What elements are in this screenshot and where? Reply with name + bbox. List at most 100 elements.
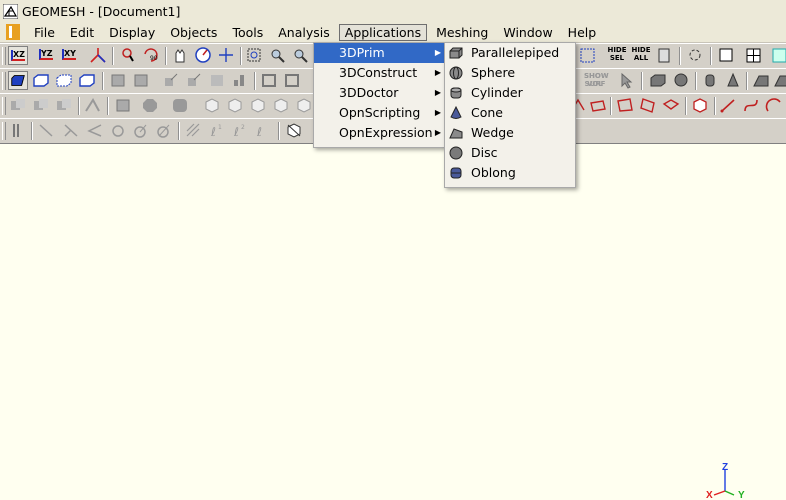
pointer-icon[interactable] bbox=[616, 71, 636, 90]
toolbar-grip[interactable] bbox=[2, 97, 6, 115]
diameter-icon[interactable] bbox=[154, 121, 174, 140]
menu-file[interactable]: File bbox=[28, 24, 61, 41]
view-xz-button[interactable]: XZ bbox=[8, 46, 28, 65]
menu-item-opnexpression[interactable]: OpnExpression ▶ bbox=[314, 123, 444, 143]
menu-item-3dconstruct[interactable]: 3DConstruct ▶ bbox=[314, 63, 444, 83]
red-cube-icon[interactable] bbox=[690, 96, 710, 115]
mirror-icon[interactable] bbox=[207, 71, 227, 90]
red-curve-icon[interactable] bbox=[741, 96, 761, 115]
scale-icon[interactable] bbox=[161, 71, 181, 90]
quad-view-icon[interactable] bbox=[744, 46, 764, 65]
single-view-icon[interactable] bbox=[716, 46, 736, 65]
transform-box-icon[interactable] bbox=[284, 121, 304, 140]
zoom-window-icon[interactable] bbox=[245, 46, 265, 65]
cube-5-icon[interactable] bbox=[294, 96, 314, 115]
zoom-out-icon[interactable] bbox=[291, 46, 311, 65]
compass-icon[interactable] bbox=[193, 46, 213, 65]
zoom-in-icon[interactable] bbox=[268, 46, 288, 65]
layout-icon[interactable] bbox=[770, 46, 786, 65]
refresh-icon[interactable] bbox=[685, 46, 705, 65]
cube-2-icon[interactable] bbox=[225, 96, 245, 115]
select-grid-icon[interactable] bbox=[578, 46, 598, 65]
menu-objects[interactable]: Objects bbox=[164, 24, 223, 41]
curve-label-1-icon[interactable]: ℓ1 bbox=[207, 121, 227, 140]
frame-2-icon[interactable] bbox=[282, 71, 302, 90]
menu-tools[interactable]: Tools bbox=[226, 24, 269, 41]
circle-measure-icon[interactable] bbox=[108, 121, 128, 140]
menu-item-opnscripting[interactable]: OpnScripting ▶ bbox=[314, 103, 444, 123]
boolean-2-icon[interactable] bbox=[31, 96, 51, 115]
menu-display[interactable]: Display bbox=[103, 24, 161, 41]
menu-item-3ddoctor[interactable]: 3DDoctor ▶ bbox=[314, 83, 444, 103]
measure-2-icon[interactable] bbox=[61, 121, 81, 140]
view-yz-button[interactable]: YZ bbox=[37, 46, 57, 65]
cube-3-icon[interactable] bbox=[248, 96, 268, 115]
visibility-icon[interactable] bbox=[654, 46, 674, 65]
curve-label-2-icon[interactable]: ℓ2 bbox=[230, 121, 250, 140]
cylinder-prim-icon[interactable] bbox=[700, 71, 720, 90]
view-iso-icon[interactable] bbox=[88, 46, 108, 65]
stretch-icon[interactable] bbox=[184, 71, 204, 90]
toolbar-grip[interactable] bbox=[2, 47, 6, 65]
rotate-icon[interactable]: 90 bbox=[141, 46, 161, 65]
menu-item-3dprim[interactable]: 3DPrim ▶ bbox=[314, 43, 444, 63]
menu-analysis[interactable]: Analysis bbox=[272, 24, 336, 41]
frame-icon[interactable] bbox=[259, 71, 279, 90]
wedge-prim-2-icon[interactable] bbox=[772, 71, 786, 90]
menu-applications[interactable]: Applications bbox=[338, 23, 428, 41]
menu-item-parallelepiped[interactable]: Parallelepiped bbox=[445, 43, 575, 63]
red-line-icon[interactable] bbox=[718, 96, 738, 115]
grid-points-icon[interactable] bbox=[108, 71, 128, 90]
chart-icon[interactable] bbox=[230, 71, 250, 90]
rounded-box-icon[interactable] bbox=[170, 96, 190, 115]
curve-label-3-icon[interactable]: ℓ bbox=[253, 121, 273, 140]
solid-shade-icon[interactable] bbox=[8, 71, 28, 90]
red-patch-3-icon[interactable] bbox=[661, 96, 681, 115]
toolbar-grip[interactable] bbox=[2, 122, 6, 140]
sweep-icon[interactable] bbox=[83, 96, 103, 115]
wireframe-icon[interactable] bbox=[54, 71, 74, 90]
hatch-icon[interactable] bbox=[184, 121, 204, 140]
dimension-icon[interactable] bbox=[8, 121, 28, 140]
octagon-icon[interactable] bbox=[140, 96, 160, 115]
menu-item-cone[interactable]: Cone bbox=[445, 103, 575, 123]
pan-hand-icon[interactable] bbox=[170, 46, 190, 65]
cone-prim-icon[interactable] bbox=[723, 71, 743, 90]
red-arc-2-icon[interactable] bbox=[764, 96, 784, 115]
view-xy-button[interactable]: XY bbox=[60, 46, 80, 65]
menu-item-cylinder[interactable]: Cylinder bbox=[445, 83, 575, 103]
measure-1-icon[interactable] bbox=[36, 121, 56, 140]
red-surface-icon[interactable] bbox=[588, 96, 608, 115]
wire-shade-icon[interactable] bbox=[31, 71, 51, 90]
cube-4-icon[interactable] bbox=[271, 96, 291, 115]
menu-help[interactable]: Help bbox=[562, 24, 603, 41]
grid-points-2-icon[interactable] bbox=[131, 71, 151, 90]
move-icon[interactable] bbox=[216, 46, 236, 65]
toolbar-grip[interactable] bbox=[2, 72, 6, 90]
hide-all-button[interactable]: HIDE ALL bbox=[630, 46, 652, 62]
red-patch-2-icon[interactable] bbox=[638, 96, 658, 115]
boolean-3-icon[interactable] bbox=[54, 96, 74, 115]
menu-item-oblong[interactable]: Oblong bbox=[445, 163, 575, 183]
radius-icon[interactable] bbox=[131, 121, 151, 140]
menu-item-sphere[interactable]: Sphere bbox=[445, 63, 575, 83]
document-icon[interactable] bbox=[6, 24, 20, 40]
zoom-red-icon[interactable] bbox=[118, 46, 138, 65]
menu-item-disc[interactable]: Disc bbox=[445, 143, 575, 163]
menu-item-wedge[interactable]: Wedge bbox=[445, 123, 575, 143]
sphere-prim-icon[interactable] bbox=[671, 71, 691, 90]
angle-icon[interactable] bbox=[85, 121, 105, 140]
menu-meshing[interactable]: Meshing bbox=[430, 24, 494, 41]
box-prim-icon[interactable] bbox=[648, 71, 668, 90]
boolean-icon[interactable] bbox=[8, 96, 28, 115]
mesh-icon[interactable] bbox=[113, 96, 133, 115]
menu-window[interactable]: Window bbox=[497, 24, 558, 41]
red-patch-1-icon[interactable] bbox=[615, 96, 635, 115]
graphics-viewport[interactable] bbox=[0, 143, 786, 500]
cube-1-icon[interactable] bbox=[202, 96, 222, 115]
menu-edit[interactable]: Edit bbox=[64, 24, 100, 41]
hidden-line-icon[interactable] bbox=[77, 71, 97, 90]
show-vol-button[interactable]: SHOW VOL bbox=[584, 72, 609, 88]
hide-sel-button[interactable]: HIDE SEL bbox=[606, 46, 628, 62]
wedge-prim-icon[interactable] bbox=[751, 71, 771, 90]
